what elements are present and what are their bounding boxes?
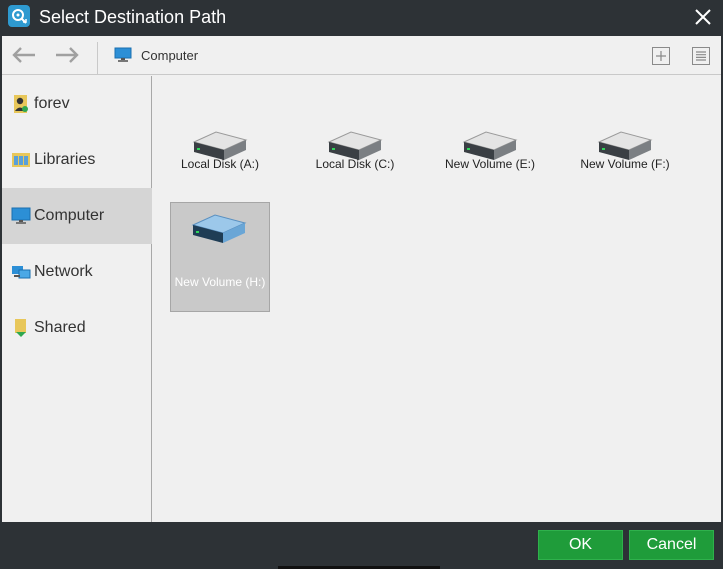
list-view-icon	[696, 51, 706, 61]
cancel-button[interactable]: Cancel	[629, 530, 714, 560]
sidebar: forev Libraries Computer Network Shared	[2, 76, 152, 522]
sidebar-item-label: Network	[34, 263, 93, 280]
drive-item[interactable]: Local Disk (C:)	[305, 120, 405, 230]
view-mode-button[interactable]	[692, 47, 710, 65]
network-icon	[11, 262, 31, 282]
arrow-left-icon	[12, 47, 35, 63]
drive-grid: Local Disk (A:) Local Disk (C:) New Volu…	[153, 76, 721, 522]
close-button[interactable]	[691, 6, 715, 28]
back-button[interactable]	[10, 44, 38, 66]
hard-drive-icon	[191, 214, 247, 243]
dialog-body: Computer forev Libraries Computer Networ…	[2, 36, 721, 522]
sidebar-item-label: Libraries	[34, 151, 96, 168]
drive-label: Local Disk (A:)	[180, 157, 260, 171]
drive-label: New Volume (H:)	[174, 275, 266, 289]
toolbar: Computer	[2, 36, 721, 75]
sidebar-item-user[interactable]: forev	[2, 76, 152, 132]
title-bar: Select Destination Path	[0, 0, 723, 36]
drive-label: Local Disk (C:)	[315, 157, 395, 171]
sidebar-item-network[interactable]: Network	[2, 244, 152, 300]
ok-button[interactable]: OK	[538, 530, 623, 560]
toolbar-divider	[97, 42, 98, 74]
computer-icon	[114, 47, 132, 62]
shared-folder-icon	[11, 318, 31, 338]
sidebar-item-computer[interactable]: Computer	[2, 188, 152, 244]
sidebar-item-shared[interactable]: Shared	[2, 300, 152, 356]
sidebar-item-label: Shared	[34, 319, 86, 336]
sidebar-item-libraries[interactable]: Libraries	[2, 132, 152, 188]
dialog-footer: OK Cancel	[0, 522, 723, 569]
new-folder-button[interactable]	[652, 47, 670, 65]
app-logo-icon	[8, 5, 30, 27]
arrow-right-icon	[56, 47, 79, 63]
drive-item[interactable]: New Volume (F:)	[575, 120, 675, 230]
drive-item[interactable]: New Volume (E:)	[440, 120, 540, 230]
window-title: Select Destination Path	[39, 7, 227, 27]
breadcrumb-path[interactable]: Computer	[141, 48, 198, 64]
forward-button[interactable]	[53, 44, 81, 66]
plus-box-icon	[656, 51, 666, 61]
drive-label: New Volume (E:)	[444, 157, 536, 171]
drive-item-selected[interactable]: New Volume (H:)	[170, 202, 270, 312]
sidebar-item-label: forev	[34, 95, 70, 112]
close-icon	[695, 9, 711, 25]
drive-label: New Volume (F:)	[580, 157, 670, 171]
libraries-icon	[11, 150, 31, 170]
user-icon	[11, 94, 31, 114]
sidebar-item-label: Computer	[34, 207, 105, 224]
computer-icon	[11, 206, 31, 226]
